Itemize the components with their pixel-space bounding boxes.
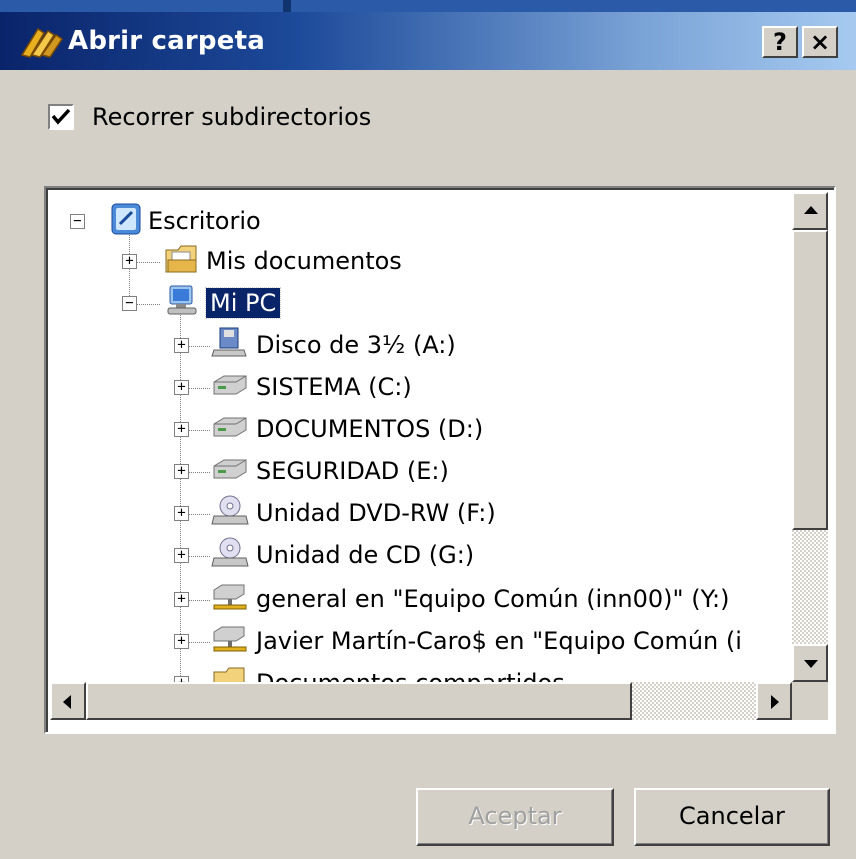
tree-node-shared-documents[interactable]: + Documentos compartidos bbox=[50, 664, 790, 682]
expand-toggle[interactable]: + bbox=[174, 338, 189, 353]
expand-toggle[interactable]: + bbox=[174, 634, 189, 649]
expand-toggle[interactable]: + bbox=[174, 592, 189, 607]
arrow-down-icon bbox=[804, 660, 818, 668]
folder-open-app-icon bbox=[20, 27, 64, 58]
tree-label-drive: Disco de 3½ (A:) bbox=[256, 331, 456, 359]
tree-node-my-pc[interactable]: − Mi PC bbox=[50, 284, 750, 324]
recurse-subdirectories-checkbox[interactable] bbox=[48, 104, 74, 130]
tree-node-drive-network-2[interactable]: + Javier Martín-Caro$ en "Equipo Común (… bbox=[50, 622, 790, 662]
expand-toggle[interactable]: + bbox=[174, 464, 189, 479]
network-drive-icon bbox=[213, 584, 247, 610]
vertical-scrollbar[interactable] bbox=[792, 192, 828, 682]
checkmark-icon bbox=[51, 108, 71, 125]
tree-label-my-documents: Mis documentos bbox=[206, 247, 402, 275]
folder-tree-content[interactable]: − Escritorio + Mis documentos − Mi PC + … bbox=[50, 192, 790, 682]
expand-toggle[interactable]: + bbox=[174, 422, 189, 437]
background-window-strip bbox=[0, 0, 856, 12]
tree-node-my-documents[interactable]: + Mis documentos bbox=[50, 242, 750, 282]
expand-toggle[interactable]: + bbox=[122, 254, 137, 269]
my-documents-icon bbox=[165, 245, 197, 273]
title-bar[interactable]: Abrir carpeta ? × bbox=[0, 12, 856, 70]
tree-label-drive: Unidad DVD-RW (F:) bbox=[256, 499, 496, 527]
tree-label-drive: Documentos compartidos bbox=[256, 668, 565, 682]
tree-label-drive: DOCUMENTOS (D:) bbox=[256, 415, 484, 443]
close-button[interactable]: × bbox=[802, 26, 838, 58]
tree-node-drive-a[interactable]: + Disco de 3½ (A:) bbox=[50, 326, 790, 366]
hard-drive-icon bbox=[213, 459, 247, 479]
tree-label-drive: general en "Equipo Común (inn00)" (Y:) bbox=[256, 585, 730, 613]
tree-label-drive: SISTEMA (C:) bbox=[256, 373, 412, 401]
tree-node-drive-y[interactable]: + general en "Equipo Común (inn00)" (Y:) bbox=[50, 580, 790, 620]
window-title: Abrir carpeta bbox=[68, 26, 265, 56]
hard-drive-icon bbox=[213, 417, 247, 437]
arrow-up-icon bbox=[804, 206, 818, 214]
scroll-up-button[interactable] bbox=[792, 192, 828, 230]
tree-label-desktop: Escritorio bbox=[148, 207, 261, 235]
horizontal-scrollbar[interactable] bbox=[50, 682, 792, 720]
folder-tree-view[interactable]: − Escritorio + Mis documentos − Mi PC + … bbox=[44, 186, 836, 734]
background-window-edge bbox=[283, 0, 291, 12]
tree-node-drive-d[interactable]: + DOCUMENTOS (D:) bbox=[50, 410, 790, 450]
horizontal-scroll-thumb[interactable] bbox=[86, 682, 632, 720]
scroll-down-button[interactable] bbox=[792, 644, 828, 682]
cancel-button[interactable]: Cancelar bbox=[634, 788, 830, 846]
accept-button[interactable]: Aceptar bbox=[416, 788, 614, 846]
collapse-toggle[interactable]: − bbox=[70, 214, 85, 229]
arrow-right-icon bbox=[771, 695, 779, 709]
folder-icon bbox=[213, 667, 245, 682]
collapse-toggle[interactable]: − bbox=[122, 296, 137, 311]
optical-drive-icon bbox=[211, 495, 249, 525]
expand-toggle[interactable]: + bbox=[174, 506, 189, 521]
tree-node-drive-e[interactable]: + SEGURIDAD (E:) bbox=[50, 452, 790, 492]
computer-icon bbox=[167, 285, 197, 315]
tree-label-drive: Unidad de CD (G:) bbox=[256, 541, 475, 569]
tree-node-drive-g[interactable]: + Unidad de CD (G:) bbox=[50, 536, 790, 576]
arrow-left-icon bbox=[63, 695, 71, 709]
hard-drive-icon bbox=[213, 375, 247, 395]
optical-drive-icon bbox=[211, 537, 249, 567]
network-drive-icon bbox=[213, 626, 247, 652]
tree-label-drive: Javier Martín-Caro$ en "Equipo Común (i bbox=[256, 627, 742, 655]
scroll-left-button[interactable] bbox=[50, 682, 86, 720]
tree-label-drive: SEGURIDAD (E:) bbox=[256, 457, 449, 485]
scroll-right-button[interactable] bbox=[756, 682, 792, 720]
recurse-subdirectories-label[interactable]: Recorrer subdirectorios bbox=[92, 103, 371, 131]
expand-toggle[interactable]: + bbox=[174, 380, 189, 395]
vertical-scroll-thumb[interactable] bbox=[792, 230, 828, 530]
expand-toggle[interactable]: + bbox=[174, 548, 189, 563]
scrollbar-corner bbox=[792, 682, 828, 720]
tree-node-desktop[interactable]: − Escritorio bbox=[50, 202, 750, 242]
tree-node-drive-f[interactable]: + Unidad DVD-RW (F:) bbox=[50, 494, 790, 534]
help-button[interactable]: ? bbox=[762, 26, 798, 58]
desktop-icon bbox=[111, 203, 141, 235]
tree-label-my-pc: Mi PC bbox=[204, 287, 282, 319]
floppy-drive-icon bbox=[211, 327, 247, 357]
tree-node-drive-c[interactable]: + SISTEMA (C:) bbox=[50, 368, 790, 408]
